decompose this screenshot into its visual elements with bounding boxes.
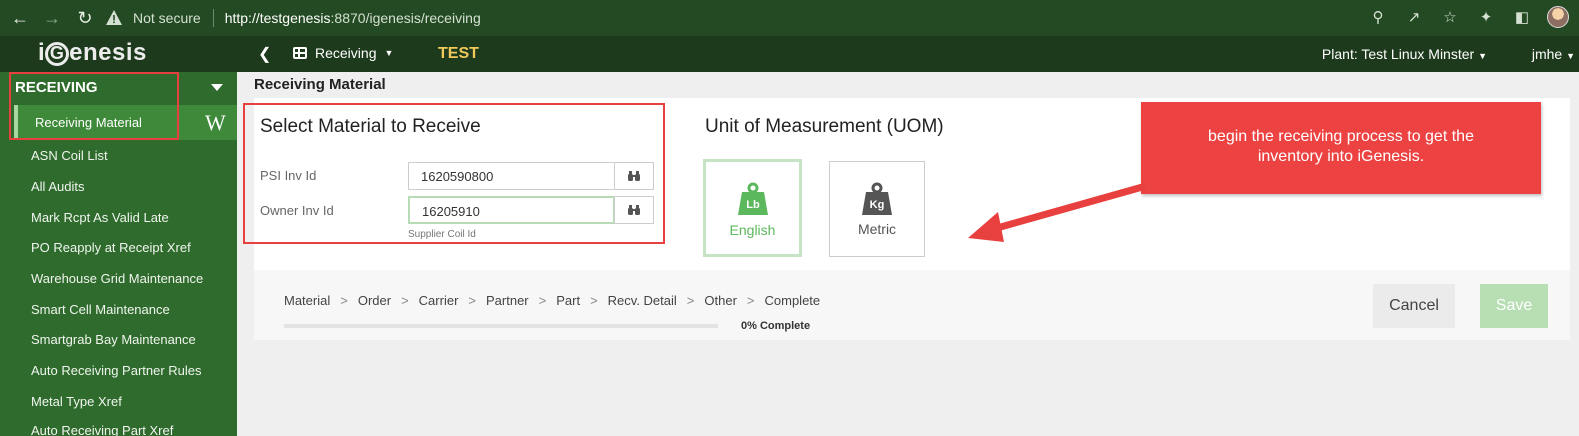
grid-icon	[293, 47, 307, 59]
uom-metric-option[interactable]: Kg Metric	[829, 161, 925, 257]
page-title: Receiving Material	[254, 76, 386, 93]
module-menu[interactable]: Receiving ▼	[293, 45, 393, 61]
annotation-callout: begin the receiving process to get the i…	[1141, 102, 1541, 194]
progress-text: 0% Complete	[741, 320, 811, 332]
step-separator-icon: >	[340, 293, 348, 308]
wizard-step[interactable]: Carrier	[419, 293, 459, 308]
uom-title: Unit of Measurement (UOM)	[705, 116, 944, 137]
forward-arrow-icon[interactable]: →	[37, 3, 67, 33]
chevron-down-icon: ▼	[1566, 51, 1575, 61]
app-logo: i Genesis	[38, 39, 147, 66]
sidebar-item-auto-receiving-partner[interactable]: Auto Receiving Partner Rules	[31, 363, 202, 378]
weight-icon: Kg	[862, 182, 892, 215]
url-path: :8870/igenesis/receiving	[330, 10, 481, 26]
wizard-step[interactable]: Other	[704, 293, 737, 308]
sidebar-item-smart-cell[interactable]: Smart Cell Maintenance	[31, 302, 170, 317]
sidebar-item-auto-receiving-part[interactable]: Auto Receiving Part Xref	[31, 423, 173, 436]
profile-avatar[interactable]	[1547, 6, 1569, 28]
sidebar-item-smartgrab-bay[interactable]: Smartgrab Bay Maintenance	[31, 332, 196, 347]
url-divider	[212, 9, 214, 27]
extensions-icon[interactable]: ✦	[1475, 6, 1497, 28]
security-status[interactable]: Not secure	[133, 10, 201, 26]
sidebar-item-po-reapply[interactable]: PO Reapply at Receipt Xref	[31, 240, 191, 255]
chevron-down-icon: ▼	[384, 48, 394, 58]
uom-option-label: Metric	[857, 221, 897, 237]
step-separator-icon: >	[401, 293, 409, 308]
cancel-button[interactable]: Cancel	[1373, 284, 1455, 328]
step-separator-icon: >	[746, 293, 755, 308]
uom-english-option[interactable]: Lb English	[703, 159, 802, 257]
sidebar-item-warehouse-grid[interactable]: Warehouse Grid Maintenance	[31, 271, 203, 286]
wizard-steps: Material > Order > Carrier > Partner > Part > Recv…	[284, 293, 820, 308]
user-menu[interactable]: jmhe ▼	[1532, 46, 1575, 62]
annotation-box-select-material	[243, 103, 665, 244]
uom-badge: Kg	[870, 199, 885, 211]
progress-bar	[284, 324, 718, 328]
address-bar[interactable]: Not secure http://testgenesis:8870/igene…	[105, 4, 1452, 32]
browser-toolbar: ← → ↻ Not secure http://testgenesis:8870…	[0, 0, 1579, 36]
uom-option-label: English	[729, 222, 776, 238]
wizard-step[interactable]: Material	[284, 293, 330, 308]
wizard-step[interactable]: Order	[358, 293, 391, 308]
back-arrow-icon[interactable]: ←	[5, 3, 35, 33]
w-logo-icon: W	[205, 110, 226, 135]
step-separator-icon: >	[538, 293, 547, 308]
plant-selector[interactable]: Plant: Test Linux Minster ▼	[1322, 46, 1487, 62]
step-separator-icon: >	[590, 293, 598, 308]
annotation-box-sidebar	[9, 72, 179, 140]
share-icon[interactable]: ↗	[1403, 6, 1425, 28]
module-menu-label: Receiving	[315, 45, 377, 61]
chevron-down-icon: ▼	[1478, 51, 1487, 61]
callout-line-1: begin the receiving process to get the	[1208, 128, 1474, 145]
collapse-chevron-icon[interactable]: ❮	[258, 44, 271, 64]
warning-icon	[106, 10, 122, 25]
wizard-step[interactable]: Recv. Detail	[608, 293, 677, 308]
url-host: http://testgenesis	[224, 10, 331, 26]
star-icon[interactable]: ☆	[1439, 6, 1461, 28]
callout-line-2: inventory into iGenesis.	[1257, 148, 1425, 165]
key-icon[interactable]: ⚲	[1367, 6, 1389, 28]
wizard-step[interactable]: Partner	[486, 293, 529, 308]
step-separator-icon: >	[468, 293, 476, 308]
environment-label: TEST	[438, 45, 479, 62]
sidebar-item-mark-rcpt[interactable]: Mark Rcpt As Valid Late	[31, 210, 169, 225]
step-separator-icon: >	[686, 293, 695, 308]
wizard-step[interactable]: Part	[556, 293, 580, 308]
user-name: jmhe	[1531, 46, 1563, 62]
reload-icon[interactable]: ↻	[70, 3, 100, 33]
sidebar-item-all-audits[interactable]: All Audits	[31, 179, 84, 194]
wizard-step[interactable]: Complete	[765, 293, 821, 308]
sidebar-item-metal-type[interactable]: Metal Type Xref	[31, 394, 122, 409]
uom-badge: Lb	[746, 199, 760, 211]
annotation-arrow	[968, 182, 1147, 242]
caret-down-icon[interactable]	[211, 84, 223, 91]
plant-label: Plant: Test Linux Minster	[1321, 46, 1475, 62]
app-header: i Genesis ❮ Receiving ▼ TEST Plant: Test …	[0, 36, 1579, 72]
weight-icon: Lb	[737, 182, 768, 215]
sidepanel-icon[interactable]: ◧	[1511, 6, 1533, 28]
save-button[interactable]: Save	[1480, 284, 1548, 328]
sidebar-item-asn-coil-list[interactable]: ASN Coil List	[31, 148, 108, 163]
